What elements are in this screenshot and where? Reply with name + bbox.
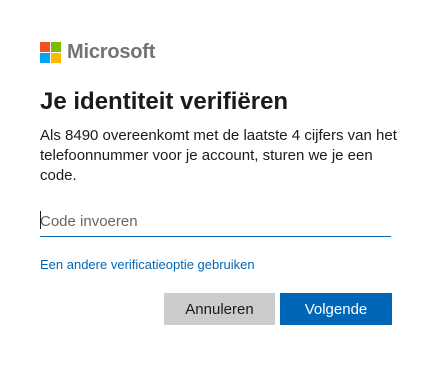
microsoft-logo-icon <box>40 41 61 63</box>
verify-identity-dialog: Microsoft Je identiteit verifiëren Als 8… <box>0 0 431 369</box>
microsoft-logo: Microsoft <box>40 40 155 64</box>
other-verification-option-link[interactable]: Een andere verificatieoptie gebruiken <box>40 257 255 273</box>
next-button[interactable]: Volgende <box>280 293 392 325</box>
page-title: Je identiteit verifiëren <box>40 88 289 115</box>
cancel-button[interactable]: Annuleren <box>164 293 275 325</box>
text-cursor <box>40 211 41 229</box>
code-input[interactable] <box>40 206 391 237</box>
verification-description: Als 8490 overeenkomt met de laatste 4 ci… <box>40 127 397 184</box>
microsoft-logo-text: Microsoft <box>67 41 156 63</box>
